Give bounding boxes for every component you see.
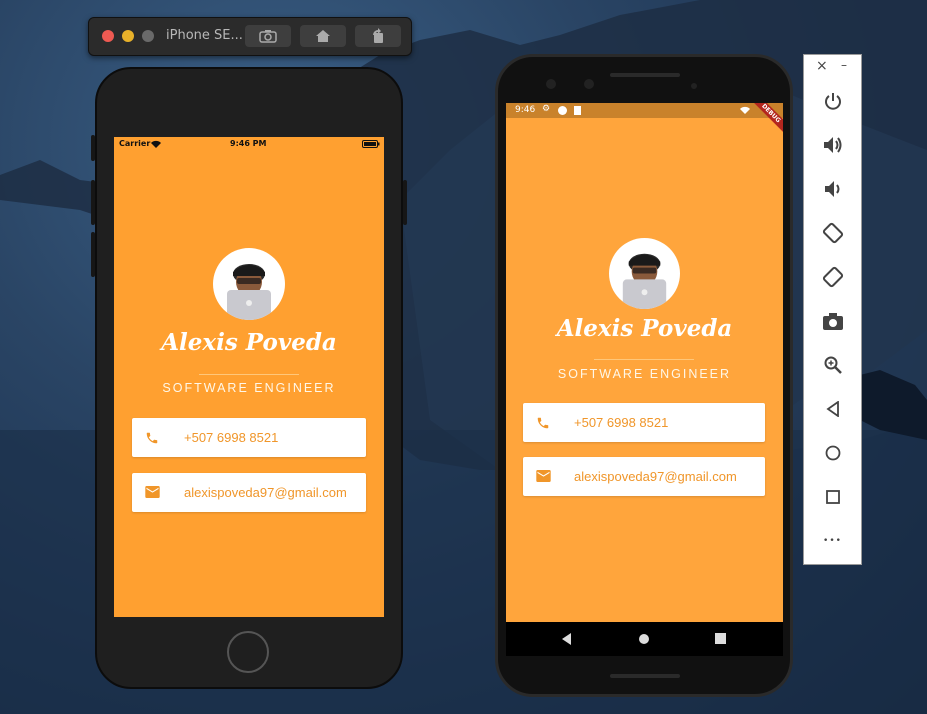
wifi-icon xyxy=(151,140,161,148)
ios-simulator-toolbar: iPhone SE... xyxy=(88,17,412,56)
volume-up-side[interactable] xyxy=(91,180,95,225)
overview-nav-icon[interactable] xyxy=(715,633,726,644)
volume-down-side[interactable] xyxy=(91,232,95,277)
bottom-speaker xyxy=(610,674,680,678)
power-icon xyxy=(824,93,841,110)
profile-role: SOFTWARE ENGINEER xyxy=(162,381,336,395)
divider xyxy=(594,359,694,360)
email-address: alexispoveda97@gmail.com xyxy=(184,485,347,500)
speaker-dot xyxy=(691,83,697,89)
debug-banner: DEBUG xyxy=(749,103,783,136)
back-nav-icon[interactable] xyxy=(561,633,573,645)
wifi-icon xyxy=(740,106,750,114)
power-button[interactable] xyxy=(804,86,861,116)
email-card[interactable]: alexispoveda97@gmail.com xyxy=(132,473,366,512)
memoji-avatar xyxy=(622,253,667,309)
home-button[interactable] xyxy=(804,438,861,468)
sd-status-icon xyxy=(574,106,581,115)
volume-up-button[interactable] xyxy=(804,130,861,160)
home-icon xyxy=(316,30,330,42)
rotate-button[interactable] xyxy=(355,25,401,47)
volume-up-icon xyxy=(823,137,841,153)
power-side[interactable] xyxy=(403,180,407,225)
mail-icon xyxy=(536,470,551,482)
back-button[interactable] xyxy=(804,394,861,424)
front-sensor xyxy=(584,79,594,89)
mute-switch[interactable] xyxy=(91,135,95,161)
minimize-icon[interactable]: – xyxy=(841,58,847,72)
ios-screen: Carrier 9:46 PM Alexis Poveda SOFTWARE E… xyxy=(114,137,384,617)
ios-time: 9:46 PM xyxy=(230,139,267,148)
ios-status-bar: Carrier 9:46 PM xyxy=(114,137,384,151)
phone-icon xyxy=(537,417,549,429)
more-icon: ••• xyxy=(823,536,842,546)
iphone-home-button[interactable] xyxy=(227,631,269,673)
phone-card[interactable]: +507 6998 8521 xyxy=(132,418,366,457)
profile-avatar xyxy=(213,248,285,320)
rotate-right-icon xyxy=(822,266,843,288)
rotate-icon xyxy=(373,28,383,43)
android-nav-bar xyxy=(506,622,783,656)
phone-number: +507 6998 8521 xyxy=(574,415,669,430)
email-address: alexispoveda97@gmail.com xyxy=(574,469,737,484)
home-button[interactable] xyxy=(300,25,346,47)
camera-button[interactable] xyxy=(804,306,861,336)
a11y-status-icon xyxy=(558,106,567,115)
home-icon xyxy=(825,445,840,461)
email-card[interactable]: alexispoveda97@gmail.com xyxy=(523,457,765,496)
phone-number: +507 6998 8521 xyxy=(184,430,279,445)
overview-icon xyxy=(825,490,840,504)
settings-status-icon: ⚙ xyxy=(542,104,551,114)
profile-name: Alexis Poveda xyxy=(161,329,337,356)
zoom-button[interactable] xyxy=(804,350,861,380)
phone-card[interactable]: +507 6998 8521 xyxy=(523,403,765,442)
memoji-avatar xyxy=(227,264,271,320)
zoom-window-button[interactable] xyxy=(142,30,154,42)
rotate-left-icon xyxy=(822,222,843,244)
zoom-icon xyxy=(824,356,842,374)
profile-name: Alexis Poveda xyxy=(556,315,733,342)
front-camera xyxy=(546,79,556,89)
android-screen: 9:46 ⚙ DEBUG Alexis Poveda SOFTWARE ENGI… xyxy=(506,103,783,622)
rotate-left-button[interactable] xyxy=(804,218,861,248)
home-nav-icon[interactable] xyxy=(638,633,650,645)
minimize-window-button[interactable] xyxy=(122,30,134,42)
close-window-button[interactable] xyxy=(102,30,114,42)
android-status-bar: 9:46 ⚙ DEBUG xyxy=(506,103,783,136)
emulator-control-panel: × – ••• xyxy=(803,54,862,565)
camera-icon xyxy=(822,312,843,330)
profile-avatar xyxy=(609,238,680,309)
profile-role: SOFTWARE ENGINEER xyxy=(557,367,732,381)
close-icon[interactable]: × xyxy=(816,58,828,74)
battery-icon xyxy=(362,140,380,148)
volume-down-icon xyxy=(824,181,839,197)
back-icon xyxy=(825,401,839,417)
screenshot-button[interactable] xyxy=(245,25,291,47)
more-button[interactable]: ••• xyxy=(804,526,861,556)
carrier-label: Carrier xyxy=(119,139,151,148)
screenshot-icon xyxy=(259,30,277,43)
mail-icon xyxy=(145,486,160,498)
rotate-right-button[interactable] xyxy=(804,262,861,292)
earpiece xyxy=(610,73,680,77)
android-time: 9:46 xyxy=(515,105,536,115)
volume-down-button[interactable] xyxy=(804,174,861,204)
divider xyxy=(199,374,299,375)
phone-icon xyxy=(146,432,158,444)
overview-button[interactable] xyxy=(804,482,861,512)
simulator-title: iPhone SE... xyxy=(166,28,243,43)
